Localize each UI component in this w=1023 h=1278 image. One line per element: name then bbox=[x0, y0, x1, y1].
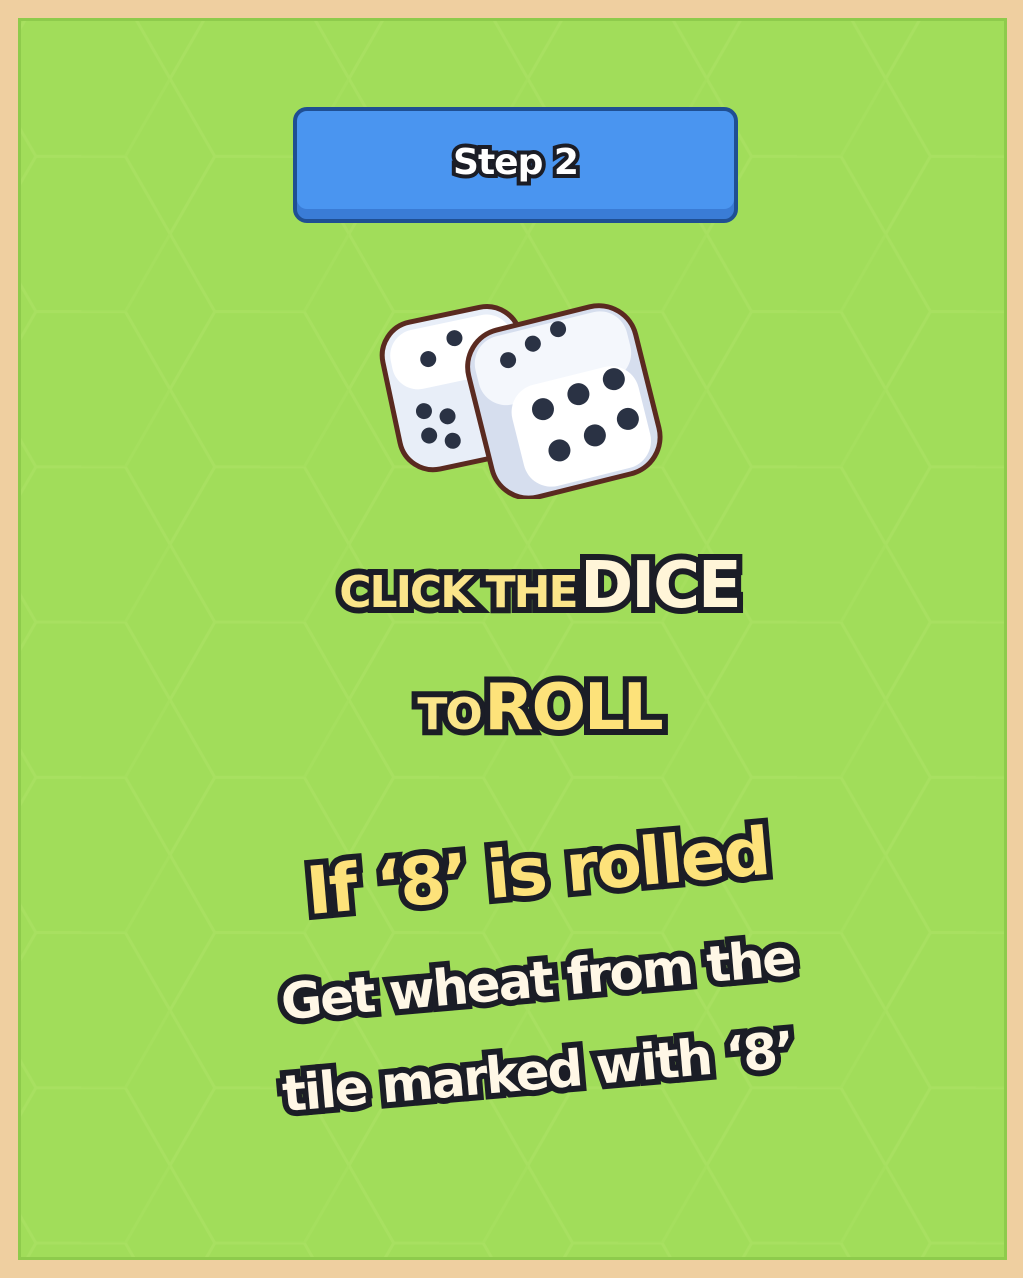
step-button[interactable]: Step 2 bbox=[293, 107, 738, 223]
instruction-line-2: TO ROLL bbox=[45, 665, 1004, 751]
click-the-text: CLICK THE bbox=[333, 561, 584, 624]
to-text: TO bbox=[411, 683, 489, 746]
instruction-line-1: CLICK THE DICE bbox=[45, 543, 1004, 629]
dice-text: DICE bbox=[574, 543, 748, 629]
roll-text: ROLL bbox=[478, 665, 669, 751]
tutorial-panel: Step 2 CLICK THE DICE TO ROLL If ‘8’ is … bbox=[18, 18, 1007, 1260]
step-label: Step 2 bbox=[449, 138, 583, 187]
dice-icon[interactable] bbox=[373, 289, 663, 499]
outer-frame: Step 2 CLICK THE DICE TO ROLL If ‘8’ is … bbox=[0, 0, 1023, 1278]
